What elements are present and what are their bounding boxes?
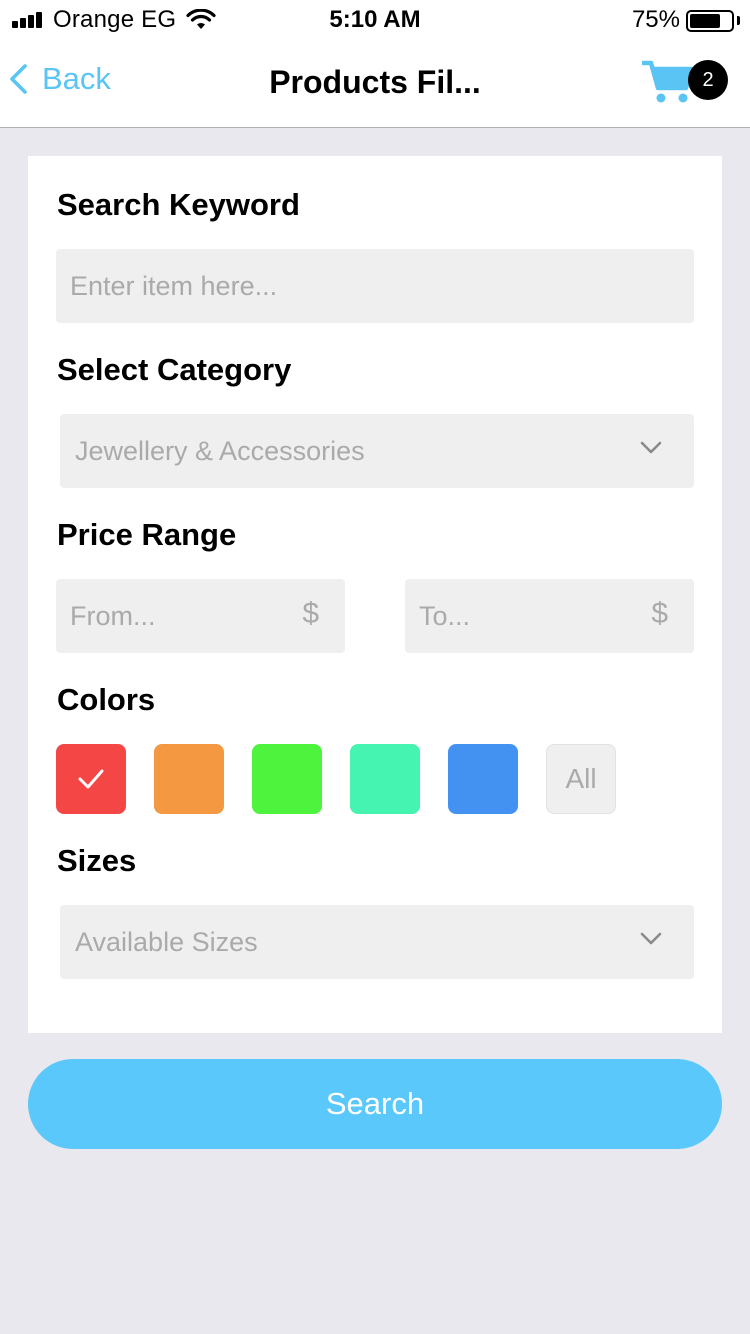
color-swatch-all[interactable]: All xyxy=(546,744,616,814)
filter-card: Search Keyword Select Category Jewellery… xyxy=(28,156,722,1033)
category-label: Select Category xyxy=(57,352,292,387)
category-select[interactable]: Jewellery & Accessories xyxy=(60,414,694,488)
sizes-select[interactable]: Available Sizes xyxy=(60,905,694,979)
chevron-down-icon xyxy=(640,932,662,945)
page-title: Products Fil... xyxy=(269,64,481,100)
dollar-icon: $ xyxy=(651,597,668,630)
navigation-bar: Back Products Fil... 2 xyxy=(0,40,750,128)
dollar-icon: $ xyxy=(302,597,319,630)
price-to-input[interactable] xyxy=(405,600,625,632)
color-swatch-orange[interactable] xyxy=(154,744,224,814)
status-bar: Orange EG 5:10 AM 75% xyxy=(0,0,750,40)
price-from-input[interactable] xyxy=(56,600,276,632)
checkmark-icon xyxy=(78,769,104,789)
price-from-field: $ xyxy=(56,579,345,653)
chevron-down-icon xyxy=(640,441,662,454)
sizes-selected-value: Available Sizes xyxy=(75,926,258,957)
cart-count-badge: 2 xyxy=(688,60,728,100)
cart-icon xyxy=(642,60,694,103)
color-swatch-green[interactable] xyxy=(252,744,322,814)
price-label: Price Range xyxy=(57,517,237,552)
sizes-label: Sizes xyxy=(57,843,137,878)
colors-label: Colors xyxy=(57,682,156,717)
battery-tip xyxy=(737,16,740,25)
keyword-field xyxy=(56,249,694,323)
price-to-field: $ xyxy=(405,579,694,653)
battery-percent: 75% xyxy=(631,6,680,33)
keyword-label: Search Keyword xyxy=(57,187,300,222)
color-swatch-mint[interactable] xyxy=(350,744,420,814)
category-selected-value: Jewellery & Accessories xyxy=(75,435,365,466)
color-swatch-red[interactable] xyxy=(56,744,126,814)
cart-button[interactable]: 2 xyxy=(640,56,730,116)
battery-icon xyxy=(686,10,734,32)
search-button[interactable]: Search xyxy=(28,1059,722,1149)
color-swatch-blue[interactable] xyxy=(448,744,518,814)
keyword-input[interactable] xyxy=(56,270,694,302)
battery-level xyxy=(690,14,720,28)
